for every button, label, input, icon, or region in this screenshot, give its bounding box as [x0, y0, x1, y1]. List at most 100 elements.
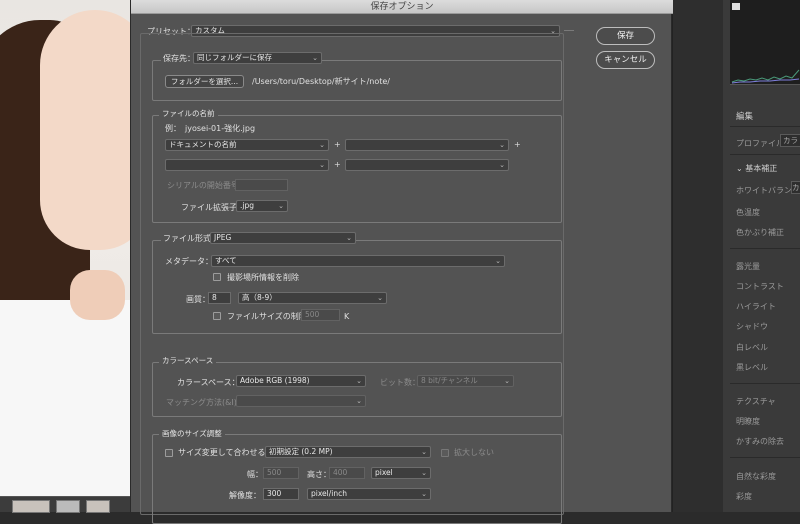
- color-space-group: [152, 362, 562, 417]
- height-label: 高さ：: [307, 470, 331, 479]
- temp-label: 色温度: [736, 208, 760, 217]
- photo-shirt: [0, 300, 130, 512]
- remove-location-label: 撮影場所情報を削除: [227, 273, 299, 282]
- select-folder-button[interactable]: フォルダーを選択...: [165, 75, 244, 88]
- texture-label: テクスチャ: [736, 397, 776, 406]
- chevron-down-icon: ⌄: [499, 161, 505, 169]
- dont-enlarge-checkbox[interactable]: [441, 449, 449, 457]
- example-value: jyosei-01-強化.jpg: [185, 124, 256, 133]
- name-field-2-select[interactable]: ⌄: [345, 139, 509, 151]
- quality-label: 画質：: [186, 295, 210, 304]
- vibrance-label: 自然な彩度: [736, 472, 776, 481]
- chevron-down-icon: ⌄: [356, 397, 362, 405]
- resolution-unit-select[interactable]: pixel/inch ⌄: [307, 488, 431, 500]
- name-field-4-select[interactable]: ⌄: [345, 159, 509, 171]
- resize-fit-checkbox[interactable]: [165, 449, 173, 457]
- matching-label: マッチング方法(&I)：: [166, 398, 245, 407]
- format-select[interactable]: JPEG ⌄: [210, 232, 356, 244]
- quality-level-select[interactable]: 高（8-9） ⌄: [238, 292, 387, 304]
- contrast-label: コントラスト: [736, 282, 784, 291]
- metadata-label: メタデータ：: [165, 257, 213, 266]
- chevron-down-icon: ⌄: [736, 164, 743, 173]
- save-button[interactable]: 保存: [596, 27, 655, 45]
- destination-value: 同じフォルダーに保存: [197, 53, 272, 62]
- chevron-down-icon: ⌄: [346, 234, 352, 242]
- panel-section-edit: 編集: [736, 112, 754, 122]
- chevron-down-icon: ⌄: [377, 294, 383, 302]
- resolution-label: 解像度：: [229, 491, 261, 500]
- save-options-dialog: 保存オプション プリセット： カスタム ⌄ 保存 キャンセル 保存先： 同じフォル…: [130, 0, 673, 524]
- profile-select[interactable]: カラ: [780, 134, 800, 147]
- preset-line: [564, 30, 574, 31]
- metadata-select[interactable]: すべて ⌄: [211, 255, 505, 267]
- histogram-graph: [731, 3, 800, 84]
- limit-size-unit: K: [344, 312, 350, 321]
- limit-size-input[interactable]: 500: [301, 309, 340, 321]
- format-value: JPEG: [214, 233, 232, 242]
- photo-hand: [70, 270, 125, 320]
- chevron-down-icon: ⌄: [504, 377, 510, 385]
- file-naming-title: ファイルの名前: [159, 109, 218, 119]
- chevron-down-icon: ⌄: [356, 377, 362, 385]
- panel-separator: [730, 383, 800, 384]
- extension-value: .jpg: [240, 201, 254, 210]
- filmstrip-thumbnail[interactable]: [56, 500, 80, 513]
- destination-label: 保存先：: [161, 53, 197, 64]
- clipping-warning-icon: [732, 3, 740, 10]
- width-input[interactable]: 500: [263, 467, 299, 479]
- tint-label: 色かぶり補正: [736, 228, 784, 237]
- basic-section-toggle[interactable]: ⌄ 基本補正: [736, 163, 777, 174]
- filmstrip-thumbnail[interactable]: [12, 500, 50, 513]
- matching-select[interactable]: ⌄: [236, 395, 366, 407]
- panel-separator: [730, 154, 800, 155]
- remove-location-checkbox[interactable]: [213, 273, 221, 281]
- basic-section-label: 基本補正: [745, 164, 778, 173]
- dont-enlarge-label: 拡大しない: [454, 448, 494, 457]
- exposure-label: 露光量: [736, 262, 760, 271]
- metadata-value: すべて: [215, 256, 237, 265]
- limit-size-checkbox[interactable]: [213, 312, 221, 320]
- resize-title: 画像のサイズ調整: [159, 429, 225, 439]
- resolution-input[interactable]: 300: [263, 488, 299, 500]
- chevron-down-icon: ⌄: [278, 202, 284, 210]
- resize-fit-select[interactable]: 初期設定 (0.2 MP) ⌄: [265, 446, 431, 458]
- color-space-title: カラースペース: [159, 356, 217, 366]
- clarity-label: 明瞭度: [736, 417, 760, 426]
- white-balance-select[interactable]: カ: [791, 181, 800, 194]
- highlights-label: ハイライト: [736, 302, 776, 311]
- height-input[interactable]: 400: [329, 467, 365, 479]
- color-space-label: カラースペース：: [177, 378, 240, 387]
- size-unit-select[interactable]: pixel ⌄: [371, 467, 431, 479]
- name-field-3-select[interactable]: ⌄: [165, 159, 329, 171]
- size-unit-value: pixel: [375, 468, 393, 477]
- cancel-button[interactable]: キャンセル: [596, 51, 655, 69]
- saturation-label: 彩度: [736, 492, 752, 501]
- color-space-select[interactable]: Adobe RGB (1998) ⌄: [236, 375, 366, 387]
- serial-input[interactable]: [235, 179, 288, 191]
- chevron-down-icon: ⌄: [495, 257, 501, 265]
- panel-divider-area: [673, 0, 723, 512]
- chevron-down-icon: ⌄: [319, 161, 325, 169]
- name-field-1-select[interactable]: ドキュメントの名前 ⌄: [165, 139, 329, 151]
- bit-depth-value: 8 bit/チャンネル: [421, 376, 478, 385]
- dialog-title: 保存オプション: [131, 0, 673, 14]
- bit-depth-select[interactable]: 8 bit/チャンネル ⌄: [417, 375, 514, 387]
- panel-separator: [730, 457, 800, 458]
- example-label: 例：: [165, 124, 181, 133]
- destination-path: /Users/toru/Desktop/新サイト/note/: [252, 77, 390, 86]
- shadows-label: シャドウ: [736, 322, 768, 331]
- panel-separator: [730, 126, 800, 127]
- plus-sign: +: [334, 140, 341, 149]
- blacks-label: 黒レベル: [736, 363, 768, 372]
- filmstrip[interactable]: [0, 496, 130, 513]
- name-field-1-value: ドキュメントの名前: [169, 140, 237, 149]
- chevron-down-icon: ⌄: [421, 490, 427, 498]
- plus-sign: +: [514, 140, 521, 149]
- filmstrip-thumbnail[interactable]: [86, 500, 110, 513]
- destination-select[interactable]: 同じフォルダーに保存 ⌄: [193, 52, 322, 64]
- extension-select[interactable]: .jpg ⌄: [236, 200, 288, 212]
- dehaze-label: かすみの除去: [736, 437, 784, 446]
- resize-fit-value: 初期設定 (0.2 MP): [269, 447, 333, 456]
- quality-input[interactable]: 8: [208, 292, 231, 304]
- resize-fit-label: サイズ変更して合わせる：: [178, 448, 274, 457]
